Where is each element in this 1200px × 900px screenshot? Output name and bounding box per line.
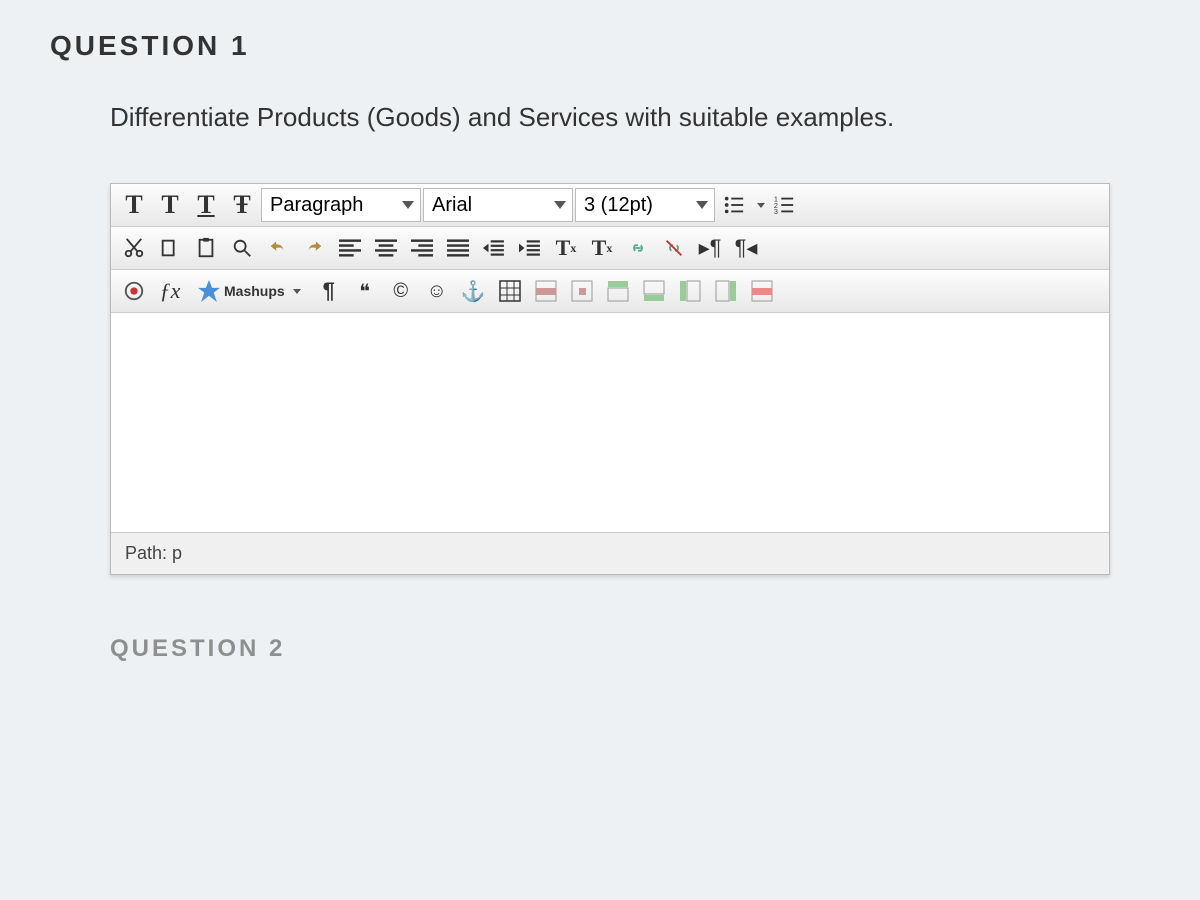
show-nonprinting-button[interactable]: ¶ [312, 274, 346, 308]
insert-table-button[interactable] [493, 274, 527, 308]
numbered-list-button[interactable]: 123 [767, 188, 801, 222]
superscript-button[interactable]: Tx [549, 231, 583, 265]
unlink-icon [663, 237, 685, 259]
outdent-button[interactable] [477, 231, 511, 265]
subscript-button[interactable]: Tx [585, 231, 619, 265]
align-justify-icon [447, 237, 469, 259]
copy-icon [159, 237, 181, 259]
mashups-dropdown-icon [293, 289, 301, 294]
direction-rtl-button[interactable]: ¶◂ [729, 231, 763, 265]
direction-ltr-button[interactable]: ▸¶ [693, 231, 727, 265]
align-justify-button[interactable] [441, 231, 475, 265]
align-center-icon [375, 237, 397, 259]
italic-button[interactable]: T [153, 188, 187, 222]
outdent-icon [483, 237, 505, 259]
insert-col-left-button[interactable] [673, 274, 707, 308]
toolbar-row-2: Tx Tx ▸¶ ¶◂ [111, 227, 1109, 270]
subscript-label: T [592, 235, 607, 261]
strikethrough-button[interactable]: Ŧ [225, 188, 259, 222]
path-value[interactable]: p [172, 543, 182, 563]
insert-symbol-button[interactable]: © [384, 274, 418, 308]
scissors-icon [123, 237, 145, 259]
path-bar: Path: p [111, 533, 1109, 574]
paragraph-format-select[interactable]: Paragraph [261, 188, 421, 222]
superscript-label: T [556, 235, 571, 261]
blockquote-button[interactable]: ❝ [348, 274, 382, 308]
insert-row-below-icon [643, 280, 665, 302]
question-1-header: QUESTION 1 [50, 30, 1150, 62]
editor-content-area[interactable] [111, 313, 1109, 533]
font-family-select[interactable]: Arial [423, 188, 573, 222]
align-left-icon [339, 237, 361, 259]
insert-row-above-icon [607, 280, 629, 302]
insert-anchor-button[interactable]: ⚓ [456, 274, 491, 308]
font-size-select[interactable]: 3 (12pt) [575, 188, 715, 222]
superscript-x: x [570, 241, 576, 256]
bullet-list-icon [723, 194, 745, 216]
insert-row-above-button[interactable] [601, 274, 635, 308]
link-icon [627, 237, 649, 259]
record-icon [123, 280, 145, 302]
numbered-list-icon: 123 [773, 194, 795, 216]
delete-row-icon [751, 280, 773, 302]
svg-text:3: 3 [774, 207, 778, 216]
mashups-button[interactable]: Mashups [189, 274, 310, 308]
copy-button[interactable] [153, 231, 187, 265]
subscript-x: x [606, 241, 612, 256]
table-row-icon [535, 280, 557, 302]
redo-icon [303, 237, 325, 259]
paste-icon [195, 237, 217, 259]
insert-col-right-icon [715, 280, 737, 302]
path-label: Path: [125, 543, 167, 563]
bullet-list-dropdown-icon[interactable] [757, 203, 765, 208]
find-button[interactable] [225, 231, 259, 265]
rich-text-editor: T T T Ŧ Paragraph Arial 3 (12pt) 123 [110, 183, 1110, 575]
insert-row-below-button[interactable] [637, 274, 671, 308]
align-left-button[interactable] [333, 231, 367, 265]
table-row-properties-button[interactable] [529, 274, 563, 308]
insert-equation-button[interactable]: ƒx [153, 274, 187, 308]
undo-button[interactable] [261, 231, 295, 265]
table-cell-icon [571, 280, 593, 302]
question-2-header: QUESTION 2 [110, 635, 1150, 663]
search-icon [231, 237, 253, 259]
align-right-icon [411, 237, 433, 259]
insert-col-right-button[interactable] [709, 274, 743, 308]
table-icon [499, 280, 521, 302]
rtl-label: ¶ [735, 235, 747, 261]
paste-button[interactable] [189, 231, 223, 265]
table-cell-properties-button[interactable] [565, 274, 599, 308]
undo-icon [267, 237, 289, 259]
toolbar-row-3: ƒx Mashups ¶ ❝ © ☺ ⚓ [111, 270, 1109, 313]
mashups-icon [198, 280, 220, 302]
align-right-button[interactable] [405, 231, 439, 265]
toolbar-row-1: T T T Ŧ Paragraph Arial 3 (12pt) 123 [111, 184, 1109, 227]
bold-button[interactable]: T [117, 188, 151, 222]
question-body: Differentiate Products (Goods) and Servi… [50, 102, 1150, 663]
align-center-button[interactable] [369, 231, 403, 265]
bullet-list-button[interactable] [717, 188, 751, 222]
insert-emoticon-button[interactable]: ☺ [420, 274, 454, 308]
indent-button[interactable] [513, 231, 547, 265]
delete-row-button[interactable] [745, 274, 779, 308]
indent-icon [519, 237, 541, 259]
cut-button[interactable] [117, 231, 151, 265]
underline-button[interactable]: T [189, 188, 223, 222]
question-prompt: Differentiate Products (Goods) and Servi… [110, 102, 1150, 133]
redo-button[interactable] [297, 231, 331, 265]
ltr-label: ¶ [710, 235, 722, 261]
insert-link-button[interactable] [621, 231, 655, 265]
remove-link-button[interactable] [657, 231, 691, 265]
record-media-button[interactable] [117, 274, 151, 308]
mashups-label: Mashups [224, 283, 285, 299]
insert-col-left-icon [679, 280, 701, 302]
